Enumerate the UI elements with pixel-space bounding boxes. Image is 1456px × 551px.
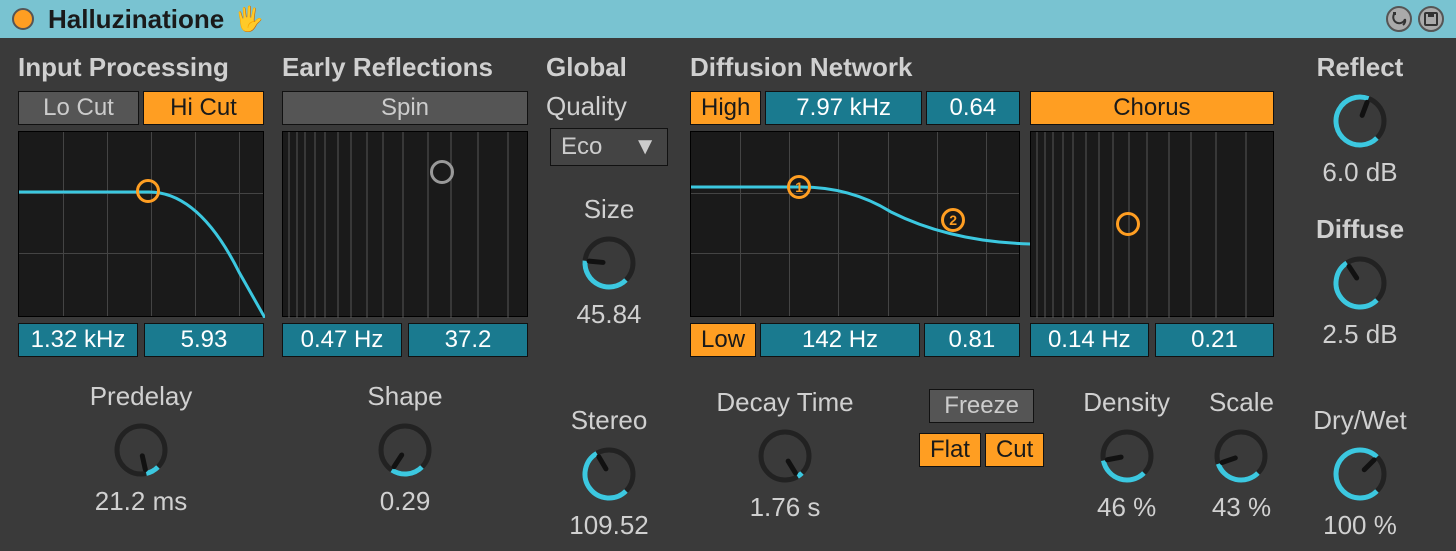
rand-button[interactable] [1386, 6, 1412, 32]
shape-label: Shape [367, 381, 442, 412]
stereo-knob[interactable] [579, 444, 639, 504]
predelay-knob[interactable] [111, 420, 171, 480]
quality-label: Quality [546, 91, 627, 122]
hand-icon: 🖐 [234, 5, 264, 34]
scale-knob[interactable] [1211, 426, 1271, 486]
diffuse-knob[interactable] [1330, 253, 1390, 313]
input-freq-value[interactable]: 1.32 kHz [18, 323, 138, 357]
flat-toggle[interactable]: Flat [919, 433, 981, 467]
diffusion-filter-graph[interactable]: 1 2 [690, 131, 1020, 317]
early-reflections-title: Early Reflections [282, 52, 528, 83]
early-reflections-section: Early Reflections Spin 0.47 Hz 37.2 Shap… [282, 52, 528, 541]
stereo-label: Stereo [571, 405, 648, 436]
chorus-graph[interactable] [1030, 131, 1274, 317]
low-amount-value[interactable]: 0.81 [924, 323, 1020, 357]
low-freq-value[interactable]: 142 Hz [760, 323, 920, 357]
drywet-knob[interactable] [1330, 444, 1390, 504]
spin-toggle[interactable]: Spin [282, 91, 528, 125]
scale-label: Scale [1209, 387, 1274, 418]
global-section: Global Quality Eco ▼ Size 45.84 Stereo 1… [546, 52, 672, 541]
shape-value[interactable]: 0.29 [380, 486, 431, 517]
high-freq-value[interactable]: 7.97 kHz [765, 91, 922, 125]
decay-knob[interactable] [755, 426, 815, 486]
density-value[interactable]: 46 % [1097, 492, 1156, 523]
diffuse-value[interactable]: 2.5 dB [1322, 319, 1397, 350]
diffusion-network-title: Diffusion Network [690, 52, 1274, 83]
decay-label: Decay Time [716, 387, 853, 418]
input-filter-graph[interactable] [18, 131, 264, 317]
spin-rate-value[interactable]: 0.47 Hz [282, 323, 402, 357]
chevron-down-icon: ▼ [633, 133, 657, 161]
high-shelf-toggle[interactable]: High [690, 91, 761, 125]
density-knob[interactable] [1097, 426, 1157, 486]
device-body: Input Processing Lo Cut Hi Cut 1.32 kHz … [0, 38, 1456, 551]
cut-toggle[interactable]: Cut [985, 433, 1044, 467]
input-processing-title: Input Processing [18, 52, 264, 83]
reflect-value[interactable]: 6.0 dB [1322, 157, 1397, 188]
device-on-toggle[interactable] [12, 8, 34, 30]
freeze-button[interactable]: Freeze [929, 389, 1034, 423]
high-amount-value[interactable]: 0.64 [926, 91, 1020, 125]
size-label: Size [584, 194, 635, 225]
input-amount-value[interactable]: 5.93 [144, 323, 264, 357]
drywet-label: Dry/Wet [1313, 405, 1406, 436]
quality-value: Eco [561, 133, 602, 161]
spin-amount-value[interactable]: 37.2 [408, 323, 528, 357]
diffusion-network-section: Diffusion Network High 7.97 kHz 0.64 1 2… [690, 52, 1274, 541]
diffuse-label: Diffuse [1316, 214, 1404, 245]
reflect-label: Reflect [1317, 52, 1404, 83]
stereo-value[interactable]: 109.52 [569, 510, 649, 541]
chorus-amount-value[interactable]: 0.21 [1155, 323, 1274, 357]
scale-value[interactable]: 43 % [1212, 492, 1271, 523]
decay-value[interactable]: 1.76 s [750, 492, 821, 523]
predelay-value[interactable]: 21.2 ms [95, 486, 188, 517]
low-shelf-toggle[interactable]: Low [690, 323, 756, 357]
early-reflections-graph[interactable] [282, 131, 528, 317]
quality-dropdown[interactable]: Eco ▼ [550, 128, 668, 166]
hi-cut-toggle[interactable]: Hi Cut [143, 91, 264, 125]
lo-cut-toggle[interactable]: Lo Cut [18, 91, 139, 125]
predelay-label: Predelay [90, 381, 193, 412]
size-knob[interactable] [579, 233, 639, 293]
global-title: Global [546, 52, 627, 83]
shape-knob[interactable] [375, 420, 435, 480]
drywet-value[interactable]: 100 % [1323, 510, 1397, 541]
device-title: Halluzinatione [48, 4, 224, 35]
save-button[interactable] [1418, 6, 1444, 32]
input-processing-section: Input Processing Lo Cut Hi Cut 1.32 kHz … [18, 52, 264, 541]
chorus-rate-value[interactable]: 0.14 Hz [1030, 323, 1149, 357]
density-label: Density [1083, 387, 1170, 418]
title-bar: Halluzinatione 🖐 [0, 0, 1456, 38]
size-value[interactable]: 45.84 [576, 299, 641, 330]
chorus-toggle[interactable]: Chorus [1030, 91, 1274, 125]
output-section: Reflect 6.0 dB Diffuse 2.5 dB Dry/Wet 10… [1292, 52, 1428, 541]
reflect-knob[interactable] [1330, 91, 1390, 151]
